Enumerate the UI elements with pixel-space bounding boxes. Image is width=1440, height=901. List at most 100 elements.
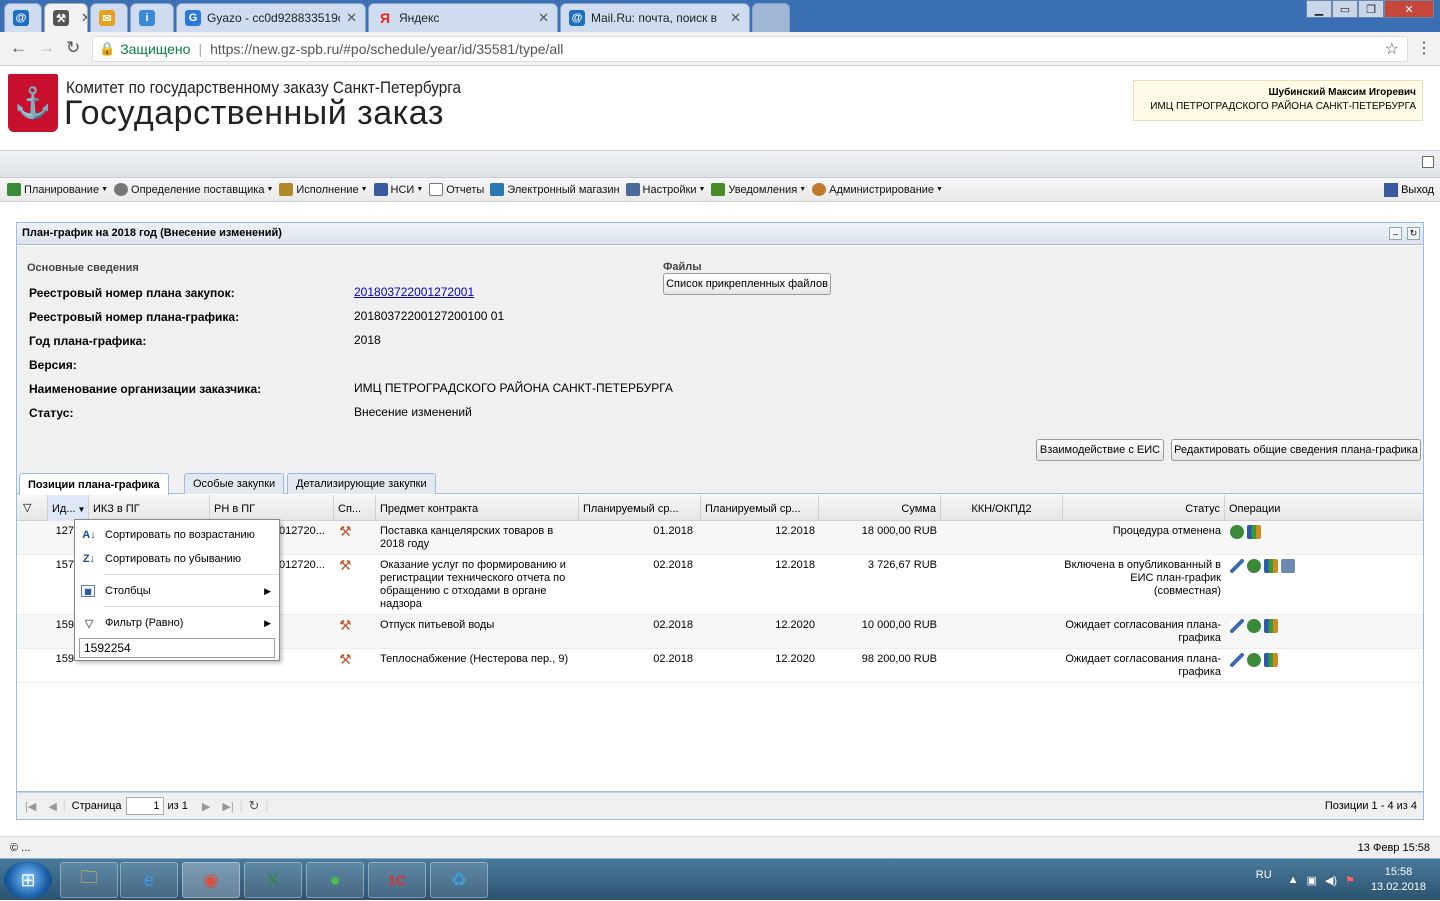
- browser-tab-envelope[interactable]: ✉: [90, 3, 128, 32]
- filter-item[interactable]: ▽ Фильтр (Равно) ▶: [75, 612, 279, 634]
- plan-number-link[interactable]: 201803722001272001: [354, 285, 474, 299]
- columns-item[interactable]: ▦ Столбцы ▶: [75, 580, 279, 602]
- gear-icon[interactable]: [1247, 559, 1261, 573]
- excel-taskbar-icon[interactable]: X: [244, 862, 302, 898]
- section-main-title: Основные сведения: [27, 262, 139, 274]
- pencil-icon[interactable]: [1230, 653, 1244, 667]
- menu-execution[interactable]: Исполнение ▼: [276, 183, 370, 196]
- gear-icon[interactable]: [1247, 619, 1261, 633]
- next-page-icon[interactable]: ▶: [202, 800, 210, 813]
- tab-detailed-purchases[interactable]: Детализирующие закупки: [287, 473, 436, 494]
- menu-eshop[interactable]: Электронный магазин: [487, 183, 622, 196]
- windows-taskbar: ⊞ 🗀 e ◉ X ● 1С ♻ RU ▲ ▣ ◀) ⚑ 15:58 13.02…: [0, 858, 1440, 900]
- volume-icon[interactable]: ◀): [1325, 874, 1337, 887]
- edit-schedule-button[interactable]: Редактировать общие сведения плана-графи…: [1171, 439, 1421, 461]
- col-rn[interactable]: РН в ПГ: [210, 495, 334, 521]
- tab-schedule-positions[interactable]: Позиции плана-графика: [19, 473, 169, 495]
- col-id[interactable]: Ид... ▼: [48, 495, 89, 521]
- back-arrow-icon[interactable]: ←: [10, 38, 27, 58]
- sort-asc-item[interactable]: A↓ Сортировать по возрастанию: [75, 524, 279, 546]
- panel-refresh-button[interactable]: ↻: [1407, 227, 1420, 240]
- col-method[interactable]: Сп...: [334, 495, 376, 521]
- menu-supplier[interactable]: Определение поставщика ▼: [111, 183, 276, 196]
- 1c-taskbar-icon[interactable]: 1С: [368, 862, 426, 898]
- recycle-taskbar-icon[interactable]: ♻: [430, 862, 488, 898]
- refresh-icon[interactable]: ↻: [249, 798, 260, 814]
- browser-tab-yandex[interactable]: Я Яндекс ✕: [368, 3, 558, 32]
- explorer-taskbar-icon[interactable]: 🗀: [60, 862, 118, 898]
- prev-page-icon[interactable]: ◀: [48, 800, 56, 813]
- bookmark-star-icon[interactable]: ☆: [1385, 39, 1399, 59]
- messenger-taskbar-icon[interactable]: ●: [306, 862, 364, 898]
- col-plan-start[interactable]: Планируемый ср...: [579, 495, 701, 521]
- page-number-input[interactable]: [125, 797, 164, 815]
- close-icon[interactable]: ✕: [346, 10, 357, 26]
- collapse-header-button[interactable]: [1422, 156, 1434, 168]
- menu-notifications[interactable]: Уведомления ▼: [708, 183, 809, 196]
- ie-taskbar-icon[interactable]: e: [120, 862, 178, 898]
- browser-tab-tools[interactable]: ⚒✕: [44, 3, 88, 32]
- first-page-icon[interactable]: |◀: [25, 800, 36, 813]
- pencil-icon[interactable]: [1230, 559, 1244, 573]
- close-icon[interactable]: ✕: [730, 10, 741, 26]
- bar-chart-icon[interactable]: [1247, 525, 1261, 539]
- col-ikz[interactable]: ИКЗ в ПГ: [89, 495, 210, 521]
- menu-admin[interactable]: Администрирование ▼: [809, 183, 946, 196]
- planning-icon: [7, 183, 21, 196]
- logout-button[interactable]: Выход: [1384, 178, 1434, 202]
- col-subject[interactable]: Предмет контракта: [376, 495, 579, 521]
- publish-icon[interactable]: [1281, 559, 1295, 573]
- forward-arrow-icon[interactable]: →: [38, 38, 55, 58]
- browser-tab-mail[interactable]: @: [4, 3, 42, 32]
- minimize-icon[interactable]: ▁: [1306, 0, 1332, 18]
- menu-nsi[interactable]: НСИ ▼: [371, 183, 427, 196]
- field-label-schedule-number: Реестровый номер плана-графика:: [29, 310, 240, 324]
- start-button[interactable]: ⊞: [4, 861, 52, 899]
- col-plan-end[interactable]: Планируемый ср...: [701, 495, 819, 521]
- browser-tab-shield[interactable]: i: [130, 3, 174, 32]
- col-kkn[interactable]: ККН/ОКПД2: [941, 495, 1063, 521]
- flag-icon[interactable]: ⚑: [1345, 874, 1355, 887]
- bar-chart-icon[interactable]: [1264, 559, 1278, 573]
- browser-menu-icon[interactable]: ⋮: [1416, 38, 1432, 58]
- bar-chart-icon[interactable]: [1264, 619, 1278, 633]
- last-page-icon[interactable]: ▶|: [222, 800, 233, 813]
- browser-tab-mailru[interactable]: @ Mail.Ru: почта, поиск в ✕: [560, 3, 750, 32]
- chrome-taskbar-icon[interactable]: ◉: [182, 862, 240, 898]
- panel-collapse-button[interactable]: –: [1389, 227, 1402, 240]
- menu-settings[interactable]: Настройки ▼: [623, 183, 709, 196]
- new-tab-button[interactable]: [752, 3, 790, 32]
- filter-value-input[interactable]: [79, 638, 275, 658]
- window-restore-icon[interactable]: ▭: [1332, 0, 1358, 18]
- col-status[interactable]: Статус: [1063, 495, 1225, 521]
- col-operations[interactable]: Операции: [1225, 495, 1423, 521]
- language-indicator[interactable]: RU: [1256, 869, 1272, 881]
- menu-reports[interactable]: Отчеты: [426, 183, 487, 196]
- gear-icon[interactable]: [1230, 525, 1244, 539]
- network-icon[interactable]: ▣: [1307, 874, 1317, 887]
- pencil-icon[interactable]: [1230, 619, 1244, 633]
- notification-icon: [711, 183, 726, 196]
- tab-special-purchases[interactable]: Особые закупки: [184, 473, 285, 494]
- gear-icon[interactable]: [1247, 653, 1261, 667]
- maximize-icon[interactable]: ❐: [1358, 0, 1384, 18]
- panel-title: План-график на 2018 год (Внесение измене…: [22, 227, 282, 239]
- browser-tab-gyazo[interactable]: G Gyazo - cc0d928833519c ✕: [176, 3, 366, 32]
- url-field[interactable]: 🔒 Защищено | https://new.gz-spb.ru/#po/s…: [92, 36, 1408, 62]
- org-name-line2: Государственный заказ: [64, 94, 444, 132]
- tray-clock[interactable]: 15:58 13.02.2018: [1371, 865, 1426, 895]
- close-window-icon[interactable]: ✕: [1384, 0, 1434, 18]
- sort-desc-item[interactable]: Z↓ Сортировать по убыванию: [75, 548, 279, 570]
- eis-interaction-button[interactable]: Взаимодействие с ЕИС: [1036, 439, 1164, 461]
- bar-chart-icon[interactable]: [1264, 653, 1278, 667]
- filter-clear-icon[interactable]: ▽: [17, 495, 48, 521]
- col-sum[interactable]: Сумма: [819, 495, 941, 521]
- close-icon[interactable]: ✕: [81, 10, 87, 26]
- reload-icon[interactable]: ↻: [66, 38, 80, 58]
- tray-expand-icon[interactable]: ▲: [1288, 874, 1299, 886]
- mail-at-icon: @: [13, 10, 29, 26]
- menu-planning[interactable]: Планирование ▼: [4, 183, 111, 196]
- attached-files-button[interactable]: Список прикрепленных файлов: [663, 273, 831, 295]
- close-icon[interactable]: ✕: [538, 10, 549, 26]
- chevron-down-icon[interactable]: ▼: [78, 505, 86, 514]
